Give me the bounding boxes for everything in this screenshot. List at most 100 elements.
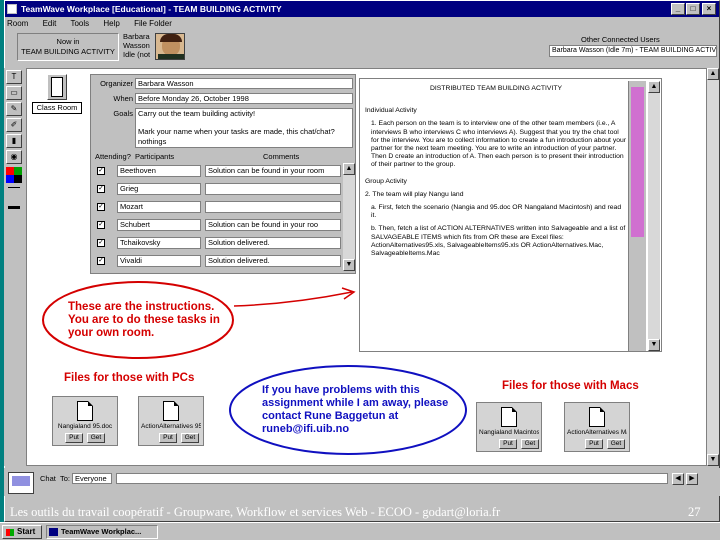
document-scrollbar[interactable]: ▲ ▼ bbox=[648, 81, 660, 351]
user-last-name: Wasson bbox=[123, 41, 150, 50]
attending-checkbox[interactable]: ✓ bbox=[97, 167, 105, 175]
participant-comment[interactable] bbox=[205, 201, 341, 213]
participant-comment[interactable] bbox=[205, 183, 341, 195]
document-icon bbox=[501, 407, 517, 427]
participant-name[interactable]: Beethoven bbox=[117, 165, 201, 177]
connected-users-list[interactable]: Barbara Wasson (Idle 7m) - TEAM BUILDING… bbox=[549, 45, 717, 57]
menu-edit[interactable]: Edit bbox=[43, 19, 57, 28]
put-button[interactable]: Put bbox=[499, 439, 517, 449]
menu-room[interactable]: Room bbox=[7, 19, 28, 28]
file-nangialand-95[interactable]: Nangialand 95.doc Put Get bbox=[52, 396, 118, 446]
file-name: ActionAlternatives Macintosh bbox=[567, 429, 627, 436]
put-button[interactable]: Put bbox=[159, 433, 177, 443]
scroll-up-icon[interactable]: ▲ bbox=[707, 68, 719, 80]
scroll-up-icon[interactable]: ▲ bbox=[343, 163, 355, 175]
pen-tool-icon[interactable]: ✎ bbox=[6, 102, 22, 116]
file-action-alternatives-95[interactable]: ActionAlternatives 95.xls Put Get bbox=[138, 396, 204, 446]
avatar[interactable] bbox=[155, 33, 185, 60]
mac-files-label: Files for those with Macs bbox=[502, 380, 639, 392]
door-icon bbox=[47, 74, 67, 100]
menu-file-folder[interactable]: File Folder bbox=[134, 19, 172, 28]
get-button[interactable]: Get bbox=[521, 439, 539, 449]
menu-bar: Room Edit Tools Help File Folder bbox=[7, 18, 184, 30]
get-button[interactable]: Get bbox=[87, 433, 105, 443]
participant-name[interactable]: Vivaldi bbox=[117, 255, 201, 267]
chat-left-arrow-icon[interactable]: ◀ bbox=[672, 473, 684, 485]
line-width-icon[interactable] bbox=[8, 187, 20, 209]
brush-tool-icon[interactable]: ✐ bbox=[6, 118, 22, 132]
chat-recipient-select[interactable]: Everyone bbox=[72, 473, 112, 484]
document-text: DISTRIBUTED TEAM BUILDING ACTIVITY Indiv… bbox=[365, 85, 627, 263]
participant-name[interactable]: Tchaikovsky bbox=[117, 237, 201, 249]
file-name: Nangialand Macintosh bbox=[479, 429, 539, 436]
classroom-door[interactable]: Class Room bbox=[30, 74, 84, 118]
attending-checkbox[interactable]: ✓ bbox=[97, 221, 105, 229]
canvas-scrollbar[interactable]: ▲ ▼ bbox=[707, 68, 719, 466]
title-bar: TeamWave Workplace [Educational] - TEAM … bbox=[5, 1, 719, 17]
taskbar-app-button[interactable]: TeamWave Workplac... bbox=[46, 525, 158, 539]
select-tool-icon[interactable]: ▭ bbox=[6, 86, 22, 100]
put-button[interactable]: Put bbox=[585, 439, 603, 449]
section-individual: Individual Activity bbox=[365, 107, 417, 115]
participant-comment[interactable]: Solution delivered. bbox=[205, 237, 341, 249]
document-icon bbox=[77, 401, 93, 421]
windows-logo-icon bbox=[6, 529, 14, 536]
participant-list: ✓ Beethoven Solution can be found in you… bbox=[91, 163, 343, 273]
scroll-down-icon[interactable]: ▼ bbox=[648, 339, 660, 351]
list-item: ✓ Schubert Solution can be found in your… bbox=[91, 217, 341, 234]
get-button[interactable]: Get bbox=[181, 433, 199, 443]
file-nangialand-mac[interactable]: Nangialand Macintosh Put Get bbox=[476, 402, 542, 452]
menu-help[interactable]: Help bbox=[103, 19, 119, 28]
user-first-name: Barbara bbox=[123, 32, 150, 41]
pc-files-label: Files for those with PCs bbox=[64, 372, 195, 384]
item-interview: 1. Each person on the team is to intervi… bbox=[371, 120, 627, 169]
attending-checkbox[interactable]: ✓ bbox=[97, 185, 105, 193]
attending-checkbox[interactable]: ✓ bbox=[97, 239, 105, 247]
instructions-note: These are the instructions. You are to d… bbox=[68, 301, 220, 339]
organizer-field[interactable]: Barbara Wasson bbox=[135, 78, 353, 89]
start-label: Start bbox=[17, 527, 36, 536]
attending-checkbox[interactable]: ✓ bbox=[97, 203, 105, 211]
participant-name[interactable]: Schubert bbox=[117, 219, 201, 231]
color-swatches[interactable] bbox=[6, 167, 22, 183]
instructions-document[interactable]: DISTRIBUTED TEAM BUILDING ACTIVITY Indiv… bbox=[359, 78, 662, 352]
participant-comment[interactable]: Solution can be found in your room bbox=[205, 165, 341, 177]
close-button[interactable]: × bbox=[702, 3, 716, 15]
when-field[interactable]: Before Monday 26, October 1998 bbox=[135, 93, 353, 104]
participant-comment[interactable]: Solution delivered. bbox=[205, 255, 341, 267]
help-note: If you have problems with this assignmen… bbox=[262, 384, 449, 435]
file-name: Nangialand 95.doc bbox=[57, 423, 113, 430]
eraser-tool-icon[interactable]: ▮ bbox=[6, 134, 22, 148]
get-button[interactable]: Get bbox=[607, 439, 625, 449]
chat-label: Chat bbox=[40, 474, 56, 483]
participant-comment[interactable]: Solution can be found in your roo bbox=[205, 219, 341, 231]
participant-name[interactable]: Grieg bbox=[117, 183, 201, 195]
minimize-button[interactable]: _ bbox=[671, 3, 685, 15]
text-tool-icon[interactable]: T bbox=[6, 70, 22, 84]
goals-field[interactable]: Carry out the team building activity! Ma… bbox=[135, 108, 353, 148]
list-item: ✓ Mozart bbox=[91, 199, 341, 216]
maximize-button[interactable]: □ bbox=[686, 3, 700, 15]
meeting-panel: Organizer Barbara Wasson When Before Mon… bbox=[90, 74, 356, 274]
scroll-down-icon[interactable]: ▼ bbox=[343, 259, 355, 271]
when-label: When bbox=[113, 94, 133, 103]
scroll-down-icon[interactable]: ▼ bbox=[707, 454, 719, 466]
chat-right-arrow-icon[interactable]: ▶ bbox=[686, 473, 698, 485]
start-button[interactable]: Start bbox=[2, 525, 42, 539]
file-name: ActionAlternatives 95.xls bbox=[141, 423, 201, 430]
scroll-up-icon[interactable]: ▲ bbox=[648, 81, 660, 93]
participants-header: Participants bbox=[135, 152, 175, 161]
menu-tools[interactable]: Tools bbox=[70, 19, 89, 28]
file-action-alternatives-mac[interactable]: ActionAlternatives Macintosh Put Get bbox=[564, 402, 630, 452]
participant-scrollbar[interactable]: ▲ ▼ bbox=[343, 163, 355, 271]
list-item: ✓ Grieg bbox=[91, 181, 341, 198]
chat-icon[interactable] bbox=[8, 472, 34, 494]
organizer-label: Organizer bbox=[100, 79, 133, 88]
participant-name[interactable]: Mozart bbox=[117, 201, 201, 213]
now-in-label: Now in bbox=[56, 37, 80, 46]
attending-checkbox[interactable]: ✓ bbox=[97, 257, 105, 265]
palette-tool-icon[interactable]: ◉ bbox=[6, 150, 22, 164]
chat-input[interactable] bbox=[116, 473, 668, 484]
put-button[interactable]: Put bbox=[65, 433, 83, 443]
taskbar-app-label: TeamWave Workplac... bbox=[61, 527, 142, 536]
